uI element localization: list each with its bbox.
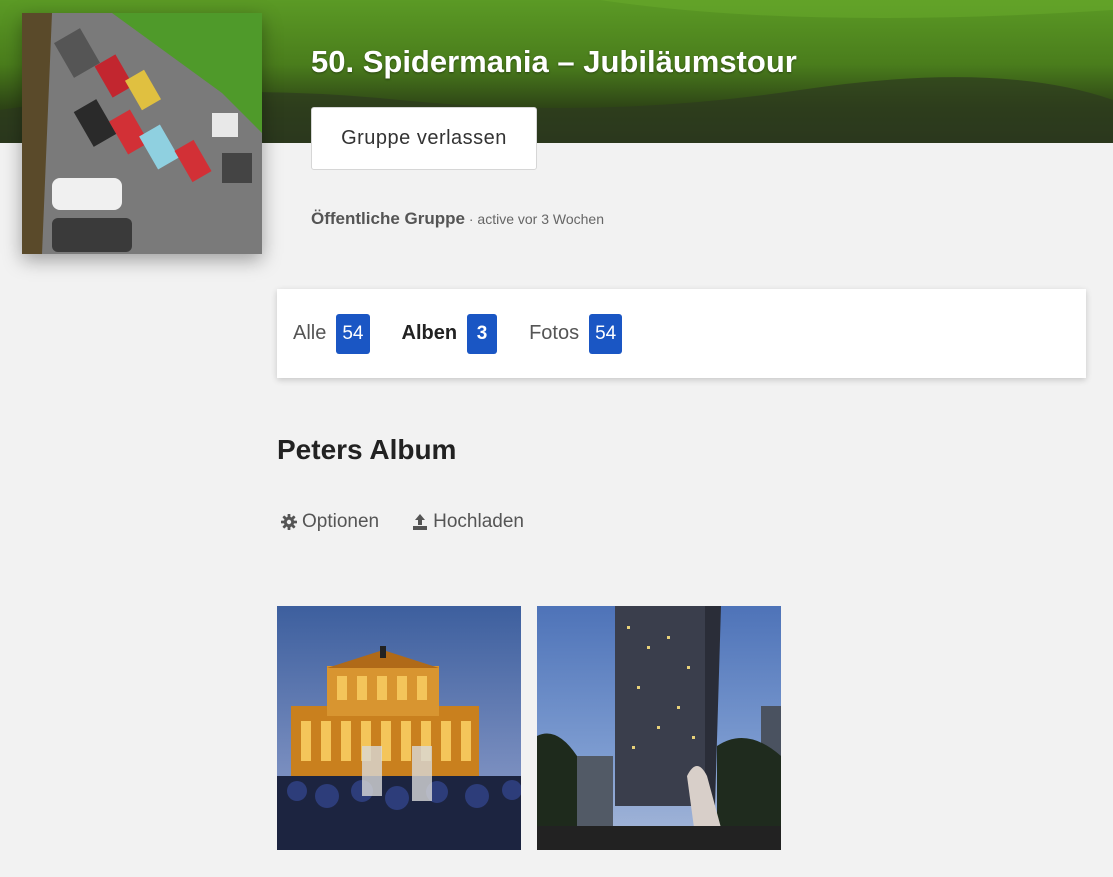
group-activity: · active vor 3 Wochen [464, 211, 604, 227]
count-badge: 54 [336, 313, 370, 354]
photo-thumbnail-opera-house[interactable] [277, 606, 521, 850]
group-title: 50. Spidermania – Jubiläumstour [311, 44, 797, 79]
group-meta: Öffentliche Gruppe · active vor 3 Wochen [311, 209, 604, 229]
tab-fotos[interactable]: Fotos 54 [529, 313, 623, 354]
upload-icon [411, 513, 429, 531]
tab-label: Alben [401, 322, 458, 344]
tab-label: Fotos [529, 322, 580, 344]
filter-tabs: Alle 54 Alben 3 Fotos 54 [277, 289, 1086, 378]
tab-label: Alle [293, 322, 327, 344]
album-actions: Optionen Hochladen [280, 511, 556, 533]
photo-thumbnail-skyscraper[interactable] [537, 606, 781, 850]
upload-label: Hochladen [433, 511, 524, 532]
count-badge: 3 [467, 313, 498, 354]
tab-alben[interactable]: Alben 3 [401, 313, 498, 354]
options-label: Optionen [302, 511, 380, 532]
group-type: Öffentliche Gruppe [311, 209, 465, 228]
count-badge: 54 [589, 313, 623, 354]
gear-icon [280, 513, 298, 531]
group-avatar[interactable] [22, 13, 262, 254]
options-button[interactable]: Optionen [280, 511, 379, 533]
upload-button[interactable]: Hochladen [411, 511, 524, 533]
tab-alle[interactable]: Alle 54 [293, 313, 370, 354]
album-title: Peters Album [277, 434, 457, 465]
leave-group-button[interactable]: Gruppe verlassen [311, 107, 537, 170]
